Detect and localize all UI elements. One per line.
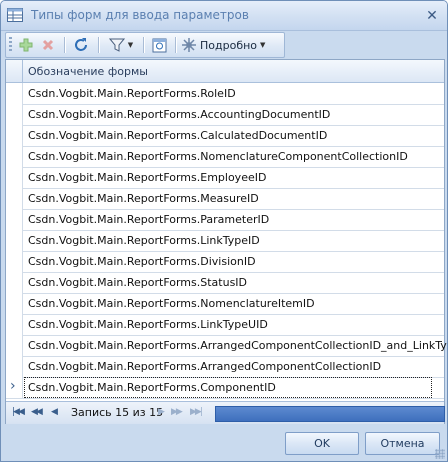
form-name-cell[interactable]: Csdn.Vogbit.Main.ReportForms.ParameterID	[28, 213, 269, 226]
window-title: Типы форм для ввода параметров	[31, 8, 249, 22]
form-name-cell[interactable]: Csdn.Vogbit.Main.ReportForms.ArrangedCom…	[28, 360, 381, 373]
table-row[interactable]: Csdn.Vogbit.Main.ReportForms.RoleID	[6, 83, 444, 105]
form-name-cell[interactable]: Csdn.Vogbit.Main.ReportForms.LinkTypeUID	[28, 318, 268, 331]
table-row[interactable]: Csdn.Vogbit.Main.ReportForms.Nomenclatur…	[6, 293, 444, 315]
table-row[interactable]: Csdn.Vogbit.Main.ReportForms.CalculatedD…	[6, 125, 444, 147]
row-indicator[interactable]	[6, 230, 23, 251]
row-indicator[interactable]	[6, 146, 23, 167]
record-counter: Запись 15 из 15	[71, 406, 164, 419]
delete-icon[interactable]	[39, 36, 57, 54]
header-indicator	[6, 60, 23, 82]
details-dropdown-button[interactable]: Подробно ▼	[181, 36, 279, 54]
toolbar-separator	[98, 37, 100, 53]
first-record-icon[interactable]: |◀◀	[12, 407, 25, 417]
form-name-cell[interactable]: Csdn.Vogbit.Main.ReportForms.LinkTypeID	[28, 234, 260, 247]
row-indicator[interactable]	[6, 104, 23, 125]
row-indicator[interactable]	[6, 272, 23, 293]
table-row[interactable]: Csdn.Vogbit.Main.ReportForms.LinkTypeID	[6, 230, 444, 252]
row-indicator[interactable]	[6, 377, 23, 398]
prev-page-icon[interactable]: ◀◀	[31, 407, 43, 417]
table-row[interactable]: Csdn.Vogbit.Main.ReportForms.ArrangedCom…	[6, 335, 447, 357]
table-row[interactable]: Csdn.Vogbit.Main.ReportForms.DivisionID	[6, 251, 444, 273]
row-indicator[interactable]	[6, 335, 23, 356]
add-icon[interactable]	[17, 36, 35, 54]
data-navigator: |◀◀ ◀◀ ◀ Запись 15 из 15 ▶ ▶▶ ▶▶|	[6, 401, 445, 424]
title-bar[interactable]: Типы форм для ввода параметров ✕	[1, 1, 447, 31]
close-icon[interactable]: ✕	[424, 8, 440, 24]
form-name-cell[interactable]: Csdn.Vogbit.Main.ReportForms.ArrangedCom…	[28, 339, 447, 352]
last-record-icon[interactable]: ▶▶|	[190, 407, 203, 417]
dialog-window: Типы форм для ввода параметров ✕ ▼ Подро…	[0, 0, 448, 462]
form-name-cell[interactable]: Csdn.Vogbit.Main.ReportForms.MeasureID	[28, 192, 259, 205]
table-row[interactable]: Csdn.Vogbit.Main.ReportForms.ComponentID	[6, 377, 444, 399]
cancel-button[interactable]: Отмена	[365, 432, 440, 455]
row-indicator[interactable]	[6, 251, 23, 272]
form-name-cell[interactable]: Csdn.Vogbit.Main.ReportForms.DivisionID	[28, 255, 256, 268]
row-indicator[interactable]	[6, 188, 23, 209]
table-row[interactable]: Csdn.Vogbit.Main.ReportForms.EmployeeID	[6, 167, 444, 189]
row-indicator[interactable]	[6, 209, 23, 230]
details-icon	[182, 38, 196, 52]
form-name-cell[interactable]: Csdn.Vogbit.Main.ReportForms.EmployeeID	[28, 171, 266, 184]
table-row[interactable]: Csdn.Vogbit.Main.ReportForms.Nomenclatur…	[6, 146, 444, 168]
toolbar-grip[interactable]	[9, 37, 12, 53]
toolbar-separator	[64, 37, 66, 53]
toolbar-separator	[175, 37, 177, 53]
table-row[interactable]: Csdn.Vogbit.Main.ReportForms.LinkTypeUID	[6, 314, 444, 336]
next-page-icon[interactable]: ▶▶	[171, 407, 183, 417]
form-name-cell[interactable]: Csdn.Vogbit.Main.ReportForms.Nomenclatur…	[28, 150, 408, 163]
table-row[interactable]: Csdn.Vogbit.Main.ReportForms.MeasureID	[6, 188, 444, 210]
forms-grid: Обозначение формы Csdn.Vogbit.Main.Repor…	[5, 59, 447, 424]
row-indicator[interactable]	[6, 293, 23, 314]
grid-header: Обозначение формы	[6, 60, 444, 83]
table-row[interactable]: Csdn.Vogbit.Main.ReportForms.ParameterID	[6, 209, 444, 231]
resize-grip[interactable]	[435, 449, 445, 459]
row-indicator[interactable]	[6, 167, 23, 188]
row-indicator[interactable]	[6, 314, 23, 335]
chevron-down-icon: ▼	[260, 41, 266, 49]
form-name-cell[interactable]: Csdn.Vogbit.Main.ReportForms.StatusID	[28, 276, 247, 289]
prev-record-icon[interactable]: ◀	[51, 407, 58, 417]
chevron-down-icon: ▼	[127, 41, 134, 49]
form-name-cell[interactable]: Csdn.Vogbit.Main.ReportForms.CalculatedD…	[28, 129, 327, 142]
grid-app-icon	[7, 8, 23, 22]
filter-icon[interactable]: ▼	[106, 36, 136, 54]
horizontal-scrollbar[interactable]	[215, 406, 445, 422]
form-name-cell[interactable]: Csdn.Vogbit.Main.ReportForms.AccountingD…	[28, 108, 330, 121]
ok-button[interactable]: OK	[285, 432, 359, 455]
row-indicator[interactable]	[6, 356, 23, 377]
table-row[interactable]: Csdn.Vogbit.Main.ReportForms.StatusID	[6, 272, 444, 294]
table-row[interactable]: Csdn.Vogbit.Main.ReportForms.AccountingD…	[6, 104, 444, 126]
row-indicator[interactable]	[6, 125, 23, 146]
form-name-cell[interactable]: Csdn.Vogbit.Main.ReportForms.RoleID	[28, 87, 236, 100]
column-header-form-name[interactable]: Обозначение формы	[28, 65, 148, 78]
form-view-icon[interactable]	[149, 36, 169, 54]
refresh-icon[interactable]	[71, 36, 91, 54]
form-name-cell[interactable]: Csdn.Vogbit.Main.ReportForms.Nomenclatur…	[28, 297, 315, 310]
row-indicator[interactable]	[6, 83, 23, 104]
details-label: Подробно	[200, 38, 258, 52]
toolbar-separator	[143, 37, 145, 53]
table-row[interactable]: Csdn.Vogbit.Main.ReportForms.ArrangedCom…	[6, 356, 444, 378]
toolbar: ▼ Подробно ▼	[5, 32, 285, 58]
form-name-cell[interactable]: Csdn.Vogbit.Main.ReportForms.ComponentID	[28, 381, 276, 394]
next-record-icon[interactable]: ▶	[158, 407, 165, 417]
dialog-footer: OK Отмена	[1, 425, 447, 461]
